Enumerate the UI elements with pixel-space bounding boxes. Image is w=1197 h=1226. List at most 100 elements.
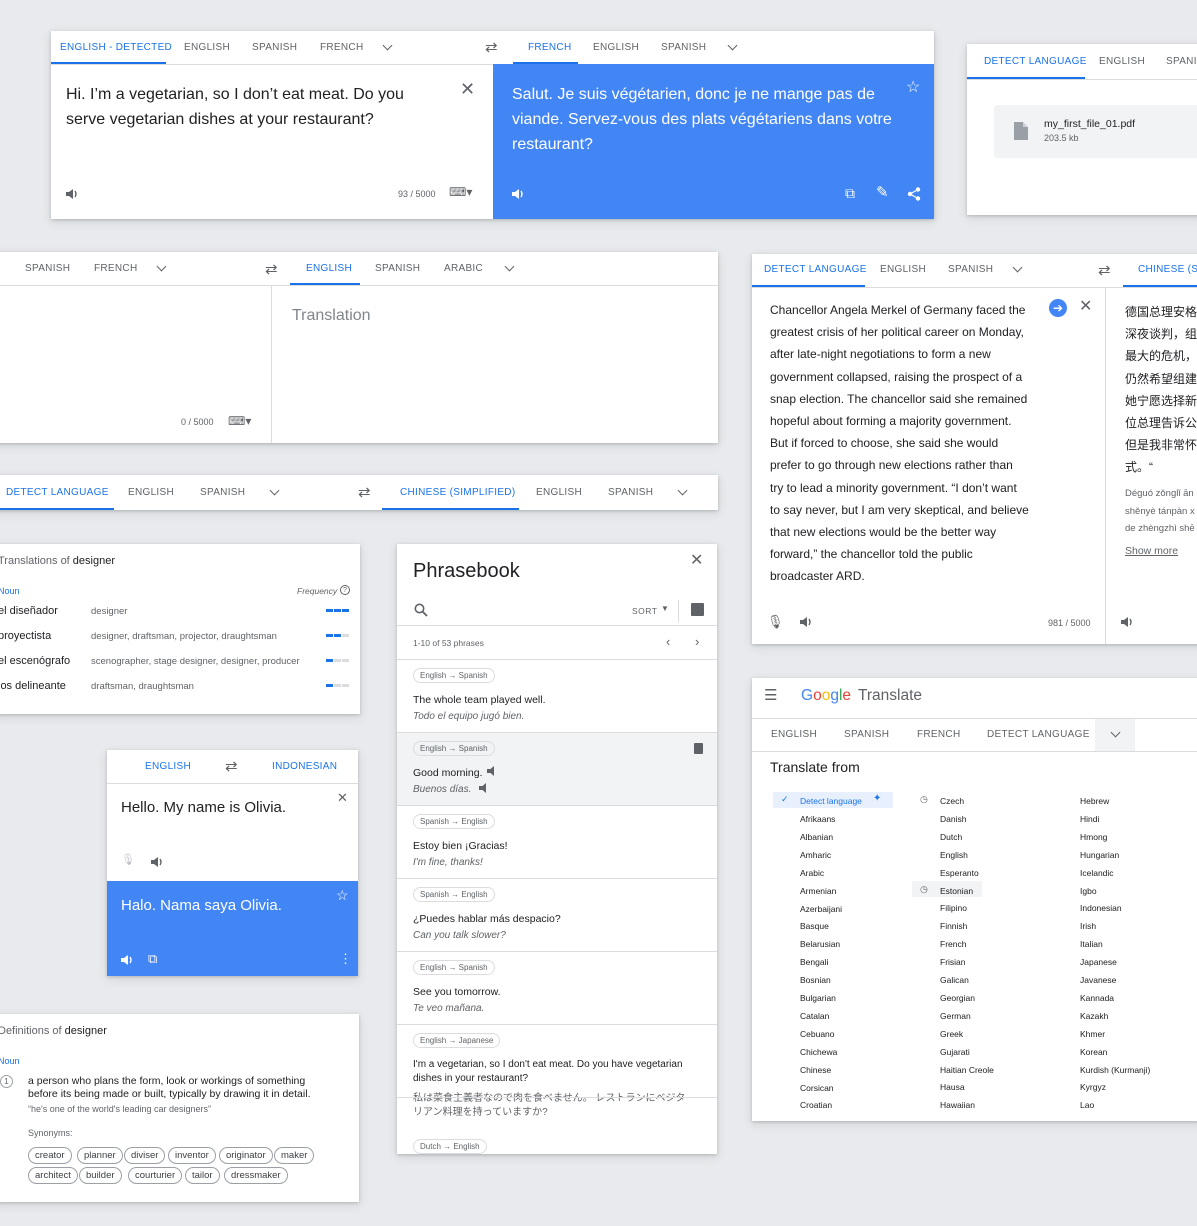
sort-button[interactable]: SORT bbox=[632, 606, 657, 616]
tab-target-arabic[interactable]: ARABIC bbox=[444, 263, 483, 274]
translation-word[interactable]: los delineante bbox=[0, 680, 66, 692]
phrase-source[interactable]: The whole team played well. bbox=[413, 694, 546, 706]
language-option[interactable]: Hebrew bbox=[1080, 796, 1109, 806]
synonym-chip[interactable]: courturier bbox=[128, 1167, 183, 1184]
language-option[interactable]: Japanese bbox=[1080, 957, 1117, 967]
language-option[interactable]: Icelandic bbox=[1080, 868, 1114, 878]
sort-dropdown-icon[interactable]: ▼ bbox=[661, 605, 669, 613]
speaker-icon[interactable] bbox=[1120, 616, 1134, 628]
chevron-down-icon[interactable] bbox=[382, 40, 393, 51]
tab-detect-language[interactable]: DETECT LANGUAGE bbox=[984, 56, 1087, 67]
show-more-link[interactable]: Show more bbox=[1125, 545, 1178, 557]
language-option[interactable]: Irish bbox=[1080, 921, 1096, 931]
language-option[interactable]: Chinese bbox=[800, 1065, 831, 1075]
mic-icon[interactable]: 🎙︎ bbox=[767, 615, 784, 628]
speaker-icon[interactable] bbox=[150, 856, 164, 868]
language-option[interactable]: Danish bbox=[940, 814, 966, 824]
synonym-chip[interactable]: diviser bbox=[124, 1147, 166, 1164]
language-option[interactable]: Greek bbox=[940, 1029, 963, 1039]
source-text[interactable]: Hello. My name is Olivia. bbox=[121, 799, 286, 816]
language-option[interactable]: German bbox=[940, 1011, 971, 1021]
language-option[interactable]: French bbox=[940, 939, 966, 949]
close-icon[interactable]: ✕ bbox=[690, 553, 703, 569]
language-option[interactable]: Bulgarian bbox=[800, 993, 836, 1003]
chevron-right-icon[interactable]: › bbox=[695, 635, 699, 648]
synonym-chip[interactable]: creator bbox=[28, 1147, 72, 1164]
close-icon[interactable]: ✕ bbox=[337, 791, 348, 804]
phrase-source[interactable]: dishes in your restaurant? bbox=[413, 1073, 528, 1084]
more-vert-icon[interactable]: ⋮ bbox=[339, 952, 352, 965]
chevron-down-icon[interactable] bbox=[269, 485, 280, 496]
tab-french[interactable]: FRENCH bbox=[917, 729, 960, 740]
tab-target-french[interactable]: FRENCH bbox=[528, 42, 571, 53]
tab-target-spanish[interactable]: SPANISH bbox=[661, 42, 706, 53]
speaker-icon[interactable] bbox=[511, 188, 525, 200]
edit-icon[interactable]: ✎ bbox=[876, 185, 889, 200]
chevron-down-icon[interactable] bbox=[156, 261, 167, 272]
chevron-down-icon[interactable] bbox=[1012, 262, 1023, 273]
tab-detect-language[interactable]: DETECT LANGUAGE bbox=[987, 729, 1090, 740]
keyboard-icon[interactable]: ⌨▾ bbox=[449, 186, 472, 198]
phrase-source[interactable]: ¿Puedes hablar más despacio? bbox=[413, 913, 561, 925]
synonym-chip[interactable]: dressmaker bbox=[224, 1167, 288, 1184]
swap-languages-icon[interactable]: ⇄ bbox=[485, 38, 498, 56]
synonym-chip[interactable]: maker bbox=[274, 1147, 315, 1164]
language-option[interactable]: Czech bbox=[940, 796, 964, 806]
close-icon[interactable]: ✕ bbox=[460, 80, 475, 98]
speaker-icon[interactable] bbox=[65, 188, 79, 200]
synonym-chip[interactable]: originator bbox=[219, 1147, 273, 1164]
language-option[interactable]: Kurdish (Kurmanji) bbox=[1080, 1065, 1150, 1075]
star-icon[interactable]: ☆ bbox=[906, 80, 920, 96]
language-option[interactable]: Estonian bbox=[940, 886, 973, 896]
tab-target-spanish[interactable]: SPANISH bbox=[608, 487, 653, 498]
language-option[interactable]: Igbo bbox=[1080, 886, 1097, 896]
keyboard-icon[interactable]: ⌨▾ bbox=[228, 415, 251, 427]
language-option[interactable]: Filipino bbox=[940, 903, 967, 913]
language-option[interactable]: Amharic bbox=[800, 850, 831, 860]
tab-spanish[interactable]: SPANISH bbox=[200, 487, 245, 498]
language-option[interactable]: Esperanto bbox=[940, 868, 979, 878]
language-option[interactable]: Lao bbox=[1080, 1100, 1094, 1110]
language-option[interactable]: Arabic bbox=[800, 868, 824, 878]
chevron-down-icon[interactable] bbox=[677, 485, 688, 496]
language-option[interactable]: Bosnian bbox=[800, 975, 831, 985]
tab-target-chinese[interactable]: CHINESE (SIM bbox=[1138, 264, 1197, 275]
swap-languages-icon[interactable]: ⇄ bbox=[265, 260, 278, 278]
language-option[interactable]: Hindi bbox=[1080, 814, 1099, 824]
search-icon[interactable] bbox=[414, 603, 428, 617]
language-option[interactable]: Bengali bbox=[800, 957, 828, 967]
swap-languages-icon[interactable]: ⇄ bbox=[225, 757, 238, 775]
language-option[interactable]: Corsican bbox=[800, 1083, 834, 1093]
tab-french[interactable]: FRENCH bbox=[320, 42, 363, 53]
tab-spanish[interactable]: SPANISH bbox=[252, 42, 297, 53]
language-option[interactable]: Azerbaijani bbox=[800, 904, 842, 914]
synonym-chip[interactable]: planner bbox=[77, 1147, 123, 1164]
language-option[interactable]: Frisian bbox=[940, 957, 966, 967]
synonym-chip[interactable]: architect bbox=[28, 1167, 78, 1184]
language-option[interactable]: Armenian bbox=[800, 886, 836, 896]
language-option[interactable]: Khmer bbox=[1080, 1029, 1105, 1039]
language-option[interactable]: Cebuano bbox=[800, 1029, 835, 1039]
tab-spanish[interactable]: SPANISH bbox=[844, 729, 889, 740]
detect-language-label[interactable]: Detect language bbox=[800, 796, 862, 806]
language-option[interactable]: Basque bbox=[800, 921, 829, 931]
grid-view-icon[interactable] bbox=[691, 603, 704, 616]
language-option[interactable]: Kannada bbox=[1080, 993, 1114, 1003]
language-option[interactable]: Kazakh bbox=[1080, 1011, 1108, 1021]
tab-english[interactable]: ENGLISH bbox=[1099, 56, 1145, 67]
language-option[interactable]: Albanian bbox=[800, 832, 833, 842]
swap-languages-icon[interactable]: ⇄ bbox=[1098, 261, 1111, 279]
chevron-down-icon[interactable] bbox=[504, 261, 515, 272]
phrase-source[interactable]: Good morning. bbox=[413, 767, 482, 779]
synonym-chip[interactable]: inventor bbox=[168, 1147, 216, 1164]
tab-target-english[interactable]: ENGLISH bbox=[593, 42, 639, 53]
language-option[interactable]: Indonesian bbox=[1080, 903, 1122, 913]
tab-source-english[interactable]: ENGLISH bbox=[145, 761, 191, 772]
tab-target-english[interactable]: ENGLISH bbox=[536, 487, 582, 498]
language-option[interactable]: Hungarian bbox=[1080, 850, 1119, 860]
copy-icon[interactable]: ⧉ bbox=[845, 186, 855, 200]
close-icon[interactable]: ✕ bbox=[1079, 299, 1092, 315]
translation-word[interactable]: el diseñador bbox=[0, 605, 58, 617]
source-text[interactable]: Hi. I’m a vegetarian, so I don’t eat mea… bbox=[66, 82, 436, 132]
tab-spanish[interactable]: SPANISH bbox=[25, 263, 70, 274]
